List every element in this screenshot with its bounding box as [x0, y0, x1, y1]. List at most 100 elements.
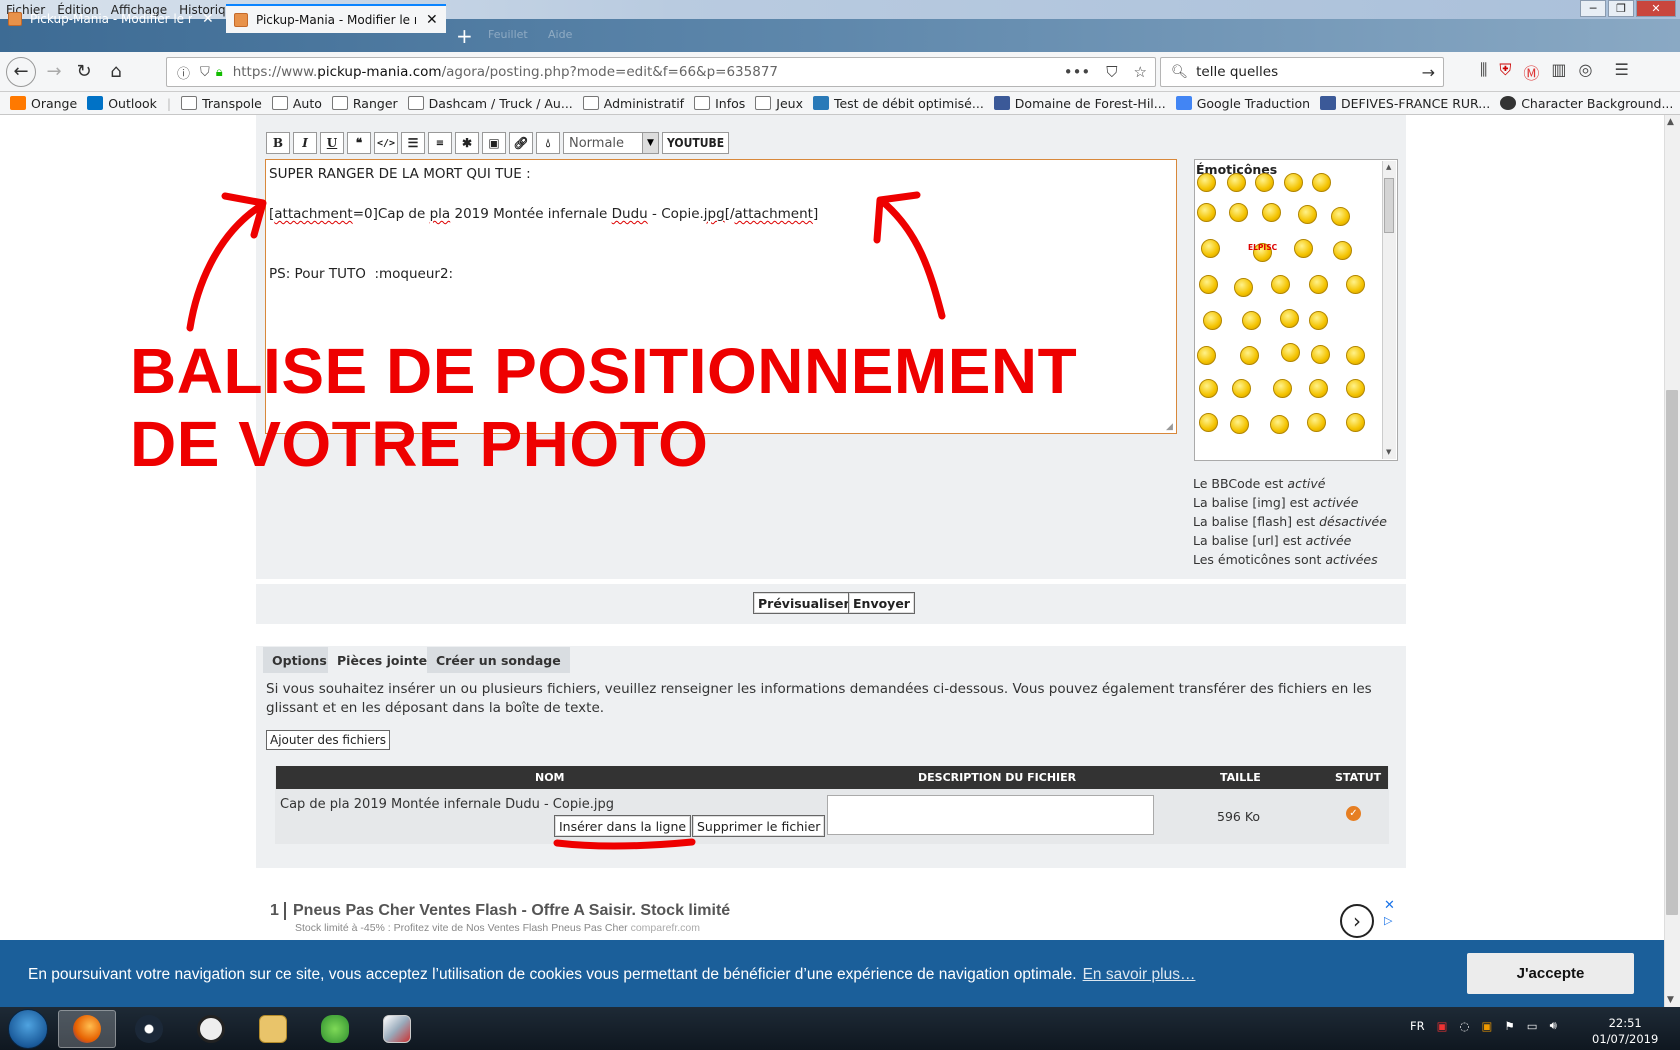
volume-icon[interactable]: 🔊︎	[1550, 1018, 1557, 1033]
back-arrow-icon[interactable]: ←	[6, 57, 36, 87]
taskbar-steam[interactable]	[120, 1010, 178, 1048]
taskbar-clover[interactable]	[306, 1010, 364, 1048]
bookmark-folder-jeux[interactable]: Jeux	[755, 96, 803, 111]
emoticon-smiley-icon[interactable]	[1298, 205, 1317, 224]
cookie-learn-more-link[interactable]: En savoir plus…	[1083, 966, 1196, 983]
pocket-icon[interactable]: ⛉	[1106, 63, 1117, 81]
url-text[interactable]: https://www.pickup-mania.com/agora/posti…	[233, 64, 778, 80]
cookie-accept-button[interactable]: J'accepte	[1467, 953, 1634, 994]
link-icon[interactable]: 🔗︎	[509, 132, 533, 154]
emoticon-smiley-icon[interactable]	[1346, 275, 1365, 294]
lock-icon[interactable]: 🔒︎	[216, 65, 223, 80]
emoticon-smiley-icon[interactable]	[1311, 345, 1330, 364]
emoticon-smiley-icon[interactable]	[1312, 173, 1331, 192]
emoticon-smiley-icon[interactable]	[1262, 203, 1281, 222]
tab-2[interactable]: Pickup-Mania - Modifier le mes ✕	[226, 4, 446, 33]
close-window-button[interactable]: ✕	[1636, 0, 1676, 17]
windows-start-icon[interactable]	[8, 1009, 48, 1049]
emoticon-smiley-icon[interactable]	[1230, 415, 1249, 434]
emoticon-smiley-icon[interactable]	[1281, 343, 1300, 362]
emoticon-smiley-icon[interactable]	[1199, 379, 1218, 398]
taskbar-screenshot-tool[interactable]	[368, 1010, 426, 1048]
bold-button[interactable]: B	[266, 132, 290, 154]
antivirus-icon[interactable]: ▣	[1437, 1019, 1448, 1033]
youtube-button[interactable]: YOUTUBE	[662, 132, 730, 154]
emoticons-scrollbar-thumb[interactable]	[1384, 178, 1394, 233]
preview-button[interactable]: Prévisualiser	[753, 592, 855, 614]
emoticon-smiley-icon[interactable]	[1309, 311, 1328, 330]
bookmark-folder-administratif[interactable]: Administratif	[582, 96, 684, 111]
emoticon-smiley-icon[interactable]	[1307, 413, 1326, 432]
taskbar-clock[interactable]: 22:51 01/07/2019	[1592, 1015, 1658, 1047]
scroll-up-icon[interactable]: ▲	[1667, 117, 1674, 127]
url-bar[interactable]: ⓘ ⛉ 🔒︎ https://www.pickup-mania.com/agor…	[166, 57, 1156, 87]
bookmark-folder-infos[interactable]: Infos	[694, 96, 745, 111]
bookmark-character-background[interactable]: Character Background...	[1500, 96, 1673, 111]
color-drop-icon[interactable]: 💧︎	[536, 132, 560, 154]
list-item-asterisk-icon[interactable]: ✱	[455, 132, 479, 154]
new-tab-plus-icon[interactable]: +	[456, 24, 473, 48]
bookmark-outlook[interactable]: Outlook	[87, 96, 157, 111]
page-actions-icon[interactable]: •••	[1064, 63, 1091, 81]
emoticon-smiley-icon[interactable]	[1309, 379, 1328, 398]
tab-options[interactable]: Options	[263, 647, 336, 673]
ad-title[interactable]: Pneus Pas Cher Ventes Flash - Offre A Sa…	[293, 902, 730, 920]
bookmark-forest-hill[interactable]: Domaine de Forest-Hil...	[993, 96, 1166, 111]
image-icon[interactable]: ▣	[482, 132, 506, 154]
emoticon-smiley-icon[interactable]	[1346, 413, 1365, 432]
ad-close-icon[interactable]: ✕	[1384, 898, 1395, 913]
emoticon-smiley-icon[interactable]	[1271, 275, 1290, 294]
emoticons-scroll-up-icon[interactable]: ▲	[1386, 163, 1391, 171]
italic-button[interactable]: I	[293, 132, 317, 154]
search-bar[interactable]: 🔍︎ telle quelles →	[1160, 57, 1444, 87]
ublock-shield-icon[interactable]: ⛨	[1499, 60, 1511, 84]
tracking-shield-icon[interactable]: ⛉	[200, 65, 210, 80]
home-icon[interactable]: ⌂	[102, 58, 130, 86]
bookmark-folder-dashcam[interactable]: Dashcam / Truck / Au...	[407, 96, 573, 111]
submit-button[interactable]: Envoyer	[848, 592, 915, 614]
network-icon[interactable]: ▭	[1527, 1019, 1538, 1033]
mail-extension-icon[interactable]: Ⓜ	[1523, 60, 1539, 84]
bookmark-speedtest[interactable]: Test de débit optimisé...	[812, 96, 984, 111]
emoticon-smiley-icon[interactable]	[1229, 203, 1248, 222]
delete-file-button[interactable]: Supprimer le fichier	[692, 815, 826, 837]
resize-grip-icon[interactable]: ◢	[1166, 422, 1173, 432]
tab-1-close-icon[interactable]: ✕	[202, 11, 214, 27]
emoticon-smiley-icon[interactable]	[1333, 241, 1352, 260]
emoticon-smiley-icon[interactable]	[1255, 173, 1274, 192]
emoticon-smiley-icon[interactable]	[1346, 346, 1365, 365]
account-icon[interactable]: ◎	[1579, 60, 1593, 84]
info-icon[interactable]: ⓘ	[177, 63, 190, 82]
emoticon-smiley-icon[interactable]	[1270, 415, 1289, 434]
bookmark-defives[interactable]: DEFIVES-FRANCE RUR...	[1320, 96, 1490, 111]
emoticon-smiley-icon[interactable]	[1309, 275, 1328, 294]
emoticon-smiley-icon[interactable]	[1203, 311, 1222, 330]
font-size-select[interactable]: Normale ▼	[563, 132, 659, 154]
emoticon-smiley-icon[interactable]	[1234, 278, 1253, 297]
bookmark-star-icon[interactable]: ☆	[1134, 63, 1147, 81]
bookmark-google-translate[interactable]: Google Traduction	[1175, 96, 1310, 111]
bookmark-folder-transpole[interactable]: Transpole	[181, 96, 262, 111]
emoticons-scroll-down-icon[interactable]: ▼	[1386, 448, 1391, 456]
page-scrollbar-thumb[interactable]	[1666, 390, 1678, 915]
taskbar-firefox[interactable]	[58, 1010, 116, 1048]
bookmark-orange[interactable]: Orange	[10, 96, 77, 111]
maximize-button[interactable]: ❐	[1608, 0, 1634, 17]
scroll-down-icon[interactable]: ▼	[1667, 995, 1674, 1005]
quote-icon[interactable]: ❝	[347, 132, 371, 154]
add-files-button[interactable]: Ajouter des fichiers	[266, 730, 391, 750]
tab-create-poll[interactable]: Créer un sondage	[427, 647, 570, 673]
emoticon-smiley-icon[interactable]	[1240, 346, 1259, 365]
taskbar-app3[interactable]	[182, 1010, 240, 1048]
library-icon[interactable]: ⫼	[1480, 60, 1487, 84]
search-go-arrow-icon[interactable]: →	[1422, 63, 1435, 82]
tab-1[interactable]: Pickup-Mania - Modifier le mes ✕	[0, 4, 222, 33]
emoticon-smiley-icon[interactable]	[1197, 203, 1216, 222]
forward-arrow-icon[interactable]: →	[40, 58, 68, 86]
bookmark-folder-auto[interactable]: Auto	[271, 96, 322, 111]
emoticon-smiley-icon[interactable]	[1197, 173, 1216, 192]
search-input[interactable]: telle quelles	[1196, 64, 1278, 80]
ad-arrow-icon[interactable]: ›	[1340, 904, 1374, 938]
insert-inline-button[interactable]: Insérer dans la ligne	[554, 815, 692, 837]
file-description-input[interactable]	[827, 795, 1154, 835]
